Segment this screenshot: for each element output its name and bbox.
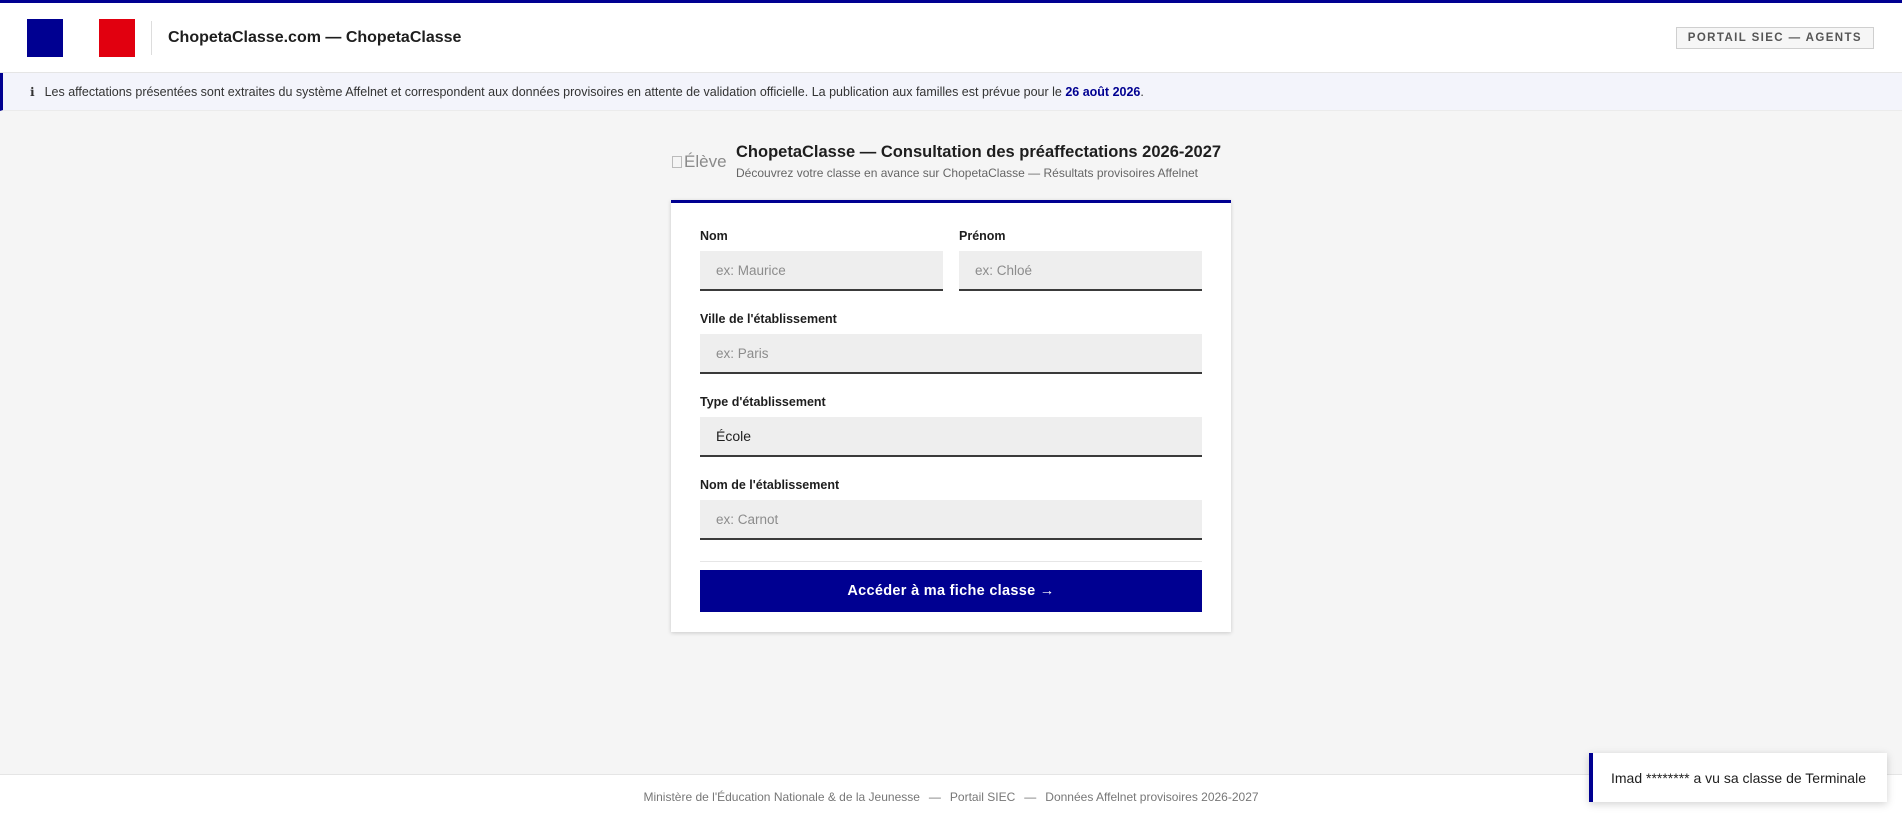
site-title[interactable]: ChopetaClasse.com — ChopetaClasse — [168, 29, 461, 47]
etablissement-field-group: Nom de l'établissement — [700, 478, 1202, 540]
page-subtitle: Découvrez votre classe en avance sur Cho… — [736, 166, 1199, 180]
info-icon: ℹ — [30, 84, 35, 99]
access-class-button[interactable]: Accéder à ma fiche classe → — [700, 570, 1202, 612]
header-divider — [151, 20, 152, 55]
main-content: Élève ChopetaClasse — Consultation des p… — [0, 111, 1902, 771]
page-heading: Élève ChopetaClasse — Consultation des p… — [672, 143, 1221, 180]
footer-portal: Portail SIEC — [949, 789, 1016, 804]
type-field-group: Type d'établissement École — [700, 395, 1202, 457]
info-notice: ℹ Les affectations présentées sont extra… — [0, 73, 1902, 111]
activity-toast[interactable]: Imad ******** a vu sa classe de Terminal… — [1589, 753, 1887, 802]
form-divider — [700, 561, 1202, 562]
ville-label: Ville de l'établissement — [700, 312, 837, 326]
toast-text: Imad ******** a vu sa classe de Terminal… — [1611, 769, 1866, 786]
ville-field-group: Ville de l'établissement — [700, 312, 1202, 374]
prenom-label: Prénom — [959, 229, 1006, 243]
footer-ministry: Ministère de l'Éducation Nationale & de … — [643, 789, 920, 804]
etablissement-input[interactable] — [700, 500, 1202, 540]
footer-separator: — — [1024, 789, 1037, 804]
prenom-field-group: Prénom — [959, 229, 1202, 291]
type-label: Type d'établissement — [700, 395, 826, 409]
notice-date: 26 août 2026 — [1065, 84, 1141, 99]
prenom-input[interactable] — [959, 251, 1202, 291]
notice-text: Les affectations présentées sont extrait… — [44, 84, 1144, 99]
portal-agents-badge[interactable]: PORTAIL SIEC — AGENTS — [1675, 27, 1874, 49]
footer-separator: — — [928, 789, 941, 804]
type-select[interactable]: École — [700, 417, 1202, 457]
header: ChopetaClasse.com — ChopetaClasse PORTAI… — [0, 0, 1902, 73]
nom-label: Nom — [700, 229, 728, 243]
ville-input[interactable] — [700, 334, 1202, 374]
lookup-form: Nom Prénom Ville de l'établissement Type… — [671, 200, 1231, 632]
footer-data-note: Données Affelnet provisoires 2026-2027 — [1045, 789, 1259, 804]
nom-field-group: Nom — [700, 229, 943, 291]
etablissement-label: Nom de l'établissement — [700, 478, 840, 492]
french-flag-logo — [27, 18, 135, 57]
student-image: Élève — [672, 152, 736, 172]
broken-image-icon — [672, 155, 682, 168]
page-title: ChopetaClasse — Consultation des préaffe… — [736, 143, 1222, 161]
nom-input[interactable] — [700, 251, 943, 291]
